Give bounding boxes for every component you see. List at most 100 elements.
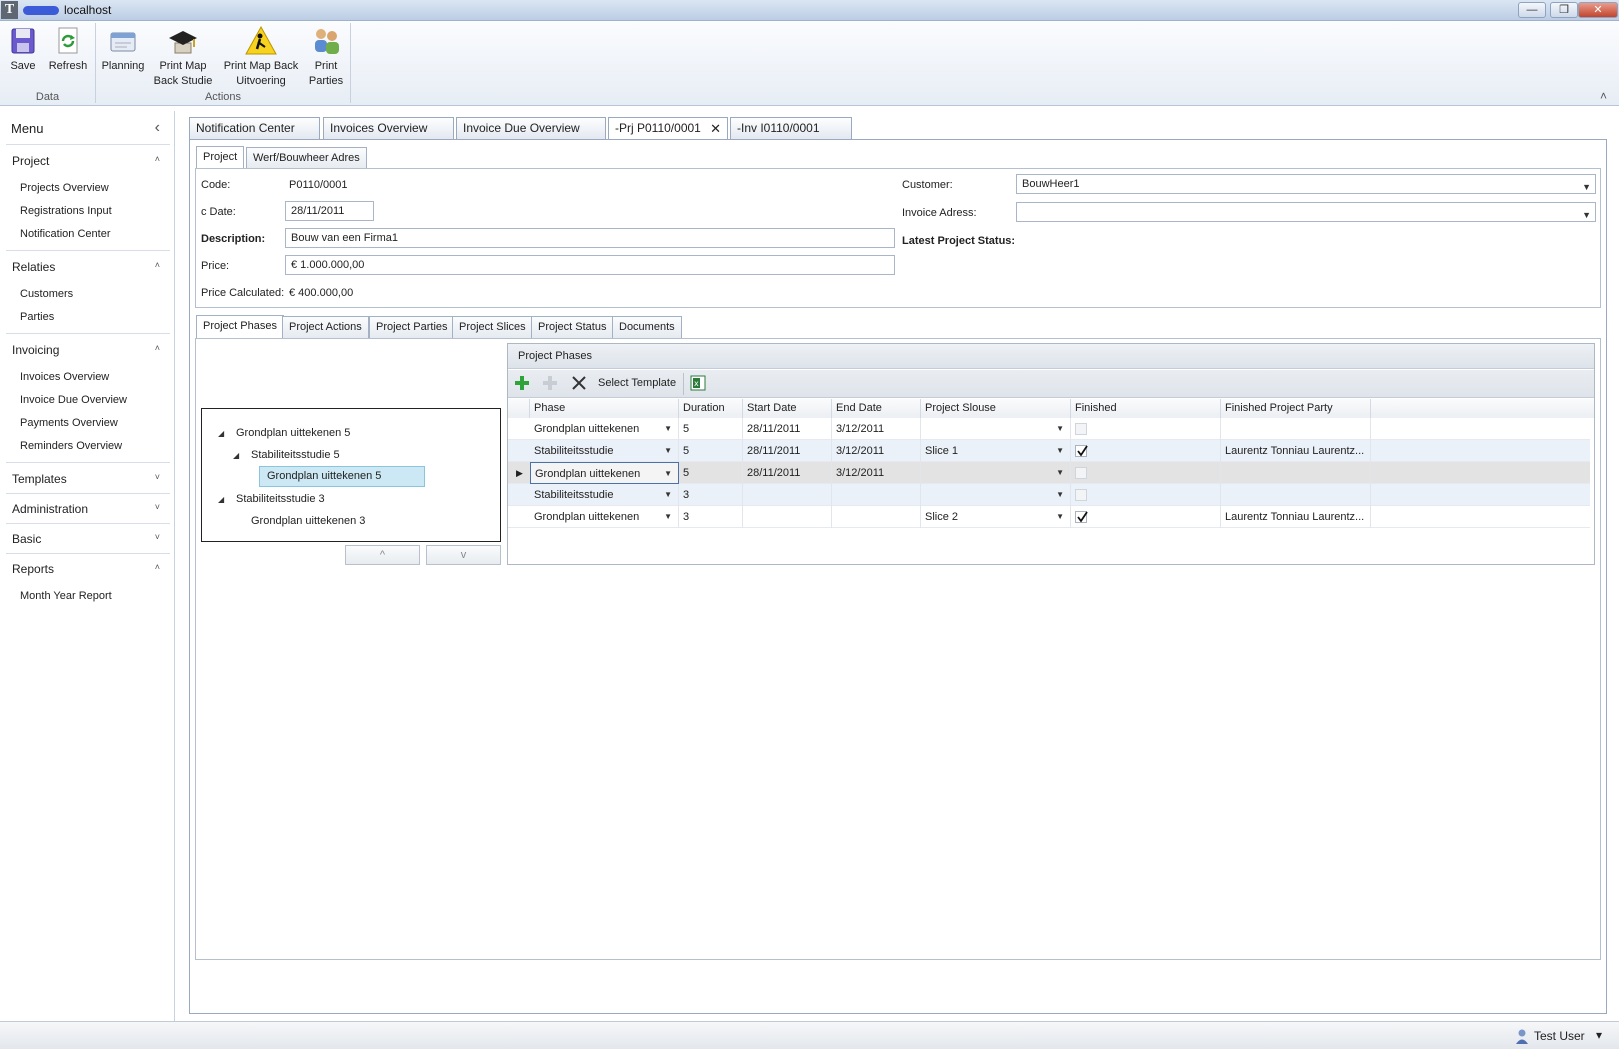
cell-project-slouse[interactable]: Slice 2 ▼ (921, 506, 1071, 528)
user-dropdown-icon[interactable]: ▾ (1596, 1028, 1602, 1042)
tree-node-selected[interactable]: Grondplan uittekenen 5 (259, 466, 425, 487)
dropdown-arrow-icon[interactable]: ▼ (1056, 440, 1064, 462)
close-tab-icon[interactable]: ✕ (710, 118, 721, 139)
description-field[interactable]: Bouw van een Firma1 (285, 228, 895, 248)
sidebar-section-administration[interactable]: Administration (12, 502, 88, 516)
column-header-duration[interactable]: Duration (679, 399, 743, 418)
dropdown-arrow-icon[interactable]: ▼ (664, 418, 672, 440)
invoice-address-combo[interactable]: ▼ (1016, 202, 1596, 222)
cell-phase[interactable]: Grondplan uittekenen ▼ (530, 418, 679, 440)
chevron-down-icon[interactable]: ˅ (155, 532, 160, 542)
table-row[interactable]: Grondplan uittekenen ▼ 5 28/11/2011 3/12/… (508, 418, 1590, 440)
cell-finished-party[interactable] (1221, 462, 1371, 484)
tree-expander-icon[interactable]: ◢ (218, 495, 224, 504)
tab-documents[interactable]: Documents (612, 316, 682, 338)
move-down-button[interactable]: v (426, 545, 501, 565)
sidebar-section-project[interactable]: Project (12, 154, 49, 168)
cell-project-slouse[interactable]: ▼ (921, 462, 1071, 484)
finished-checkbox[interactable] (1075, 423, 1087, 435)
cell-duration[interactable]: 3 (679, 484, 743, 506)
tab-project-parties[interactable]: Project Parties (369, 316, 455, 338)
add-sub-phase-button[interactable] (542, 375, 558, 391)
cell-finished[interactable] (1071, 506, 1221, 528)
cell-project-slouse[interactable]: ▼ (921, 418, 1071, 440)
cell-phase[interactable]: Grondplan uittekenen ▼ (530, 506, 679, 528)
tree-node[interactable]: Grondplan uittekenen 3 (251, 515, 365, 527)
cell-project-slouse[interactable]: Slice 1 ▼ (921, 440, 1071, 462)
phase-tree[interactable]: ◢ Grondplan uittekenen 5 ◢ Stabiliteitss… (201, 408, 501, 542)
tab-project-p0110[interactable]: -Prj P0110/0001 ✕ (608, 117, 728, 141)
column-header-end-date[interactable]: End Date (832, 399, 921, 418)
cell-start-date[interactable] (743, 506, 832, 528)
finished-checkbox[interactable] (1075, 445, 1088, 457)
select-template-button[interactable]: Select Template (598, 377, 676, 389)
customer-combo[interactable]: BouwHeer1 ▼ (1016, 174, 1596, 194)
cell-finished-party[interactable] (1221, 484, 1371, 506)
table-row[interactable]: Stabiliteitsstudie ▼ 5 28/11/2011 3/12/20… (508, 440, 1590, 462)
sidebar-section-reports[interactable]: Reports (12, 562, 54, 576)
cell-start-date[interactable]: 28/11/2011 (743, 418, 832, 440)
price-field[interactable]: € 1.000.000,00 (285, 255, 895, 275)
export-excel-button[interactable]: x (690, 375, 706, 391)
column-header-start-date[interactable]: Start Date (743, 399, 832, 418)
print-parties-button[interactable]: Print Parties (304, 25, 348, 95)
delete-phase-button[interactable] (571, 375, 587, 391)
tab-project-slices[interactable]: Project Slices (452, 316, 533, 338)
sidebar-item-notification-center[interactable]: Notification Center (20, 228, 111, 240)
cell-end-date[interactable] (832, 506, 921, 528)
sidebar-item-parties[interactable]: Parties (20, 311, 54, 323)
dropdown-arrow-icon[interactable]: ▼ (1582, 206, 1591, 224)
column-header-finished[interactable]: Finished (1071, 399, 1221, 418)
sidebar-item-customers[interactable]: Customers (20, 288, 73, 300)
dropdown-arrow-icon[interactable]: ▼ (664, 506, 672, 528)
cell-end-date[interactable] (832, 484, 921, 506)
dropdown-arrow-icon[interactable]: ▼ (1056, 418, 1064, 440)
table-row-current[interactable]: ▶ Grondplan uittekenen ▼ 5 28/11/2011 3/1… (508, 462, 1590, 484)
tab-werf-bouwheer-adres[interactable]: Werf/Bouwheer Adres (246, 147, 367, 169)
finished-checkbox[interactable] (1075, 489, 1087, 501)
maximize-button[interactable]: ❐ (1550, 2, 1578, 18)
column-header-project-slouse[interactable]: Project Slouse (921, 399, 1071, 418)
sidebar-item-month-year-report[interactable]: Month Year Report (20, 590, 112, 602)
print-map-back-studie-button[interactable]: Print Map Back Studie (150, 25, 216, 95)
sidebar-item-payments-overview[interactable]: Payments Overview (20, 417, 118, 429)
tab-project-actions[interactable]: Project Actions (282, 316, 369, 338)
cell-finished[interactable] (1071, 484, 1221, 506)
sidebar-section-invoicing[interactable]: Invoicing (12, 343, 59, 357)
cell-finished-party[interactable]: Laurentz Tonniau Laurentz... (1221, 440, 1371, 462)
chevron-up-icon[interactable]: ˄ (155, 562, 160, 572)
dropdown-arrow-icon[interactable]: ▼ (1056, 506, 1064, 528)
dropdown-arrow-icon[interactable]: ▼ (1056, 462, 1064, 484)
save-button[interactable]: Save (4, 25, 42, 95)
cell-finished[interactable] (1071, 418, 1221, 440)
tab-invoice-due-overview[interactable]: Invoice Due Overview (456, 117, 606, 140)
sidebar-item-invoice-due-overview[interactable]: Invoice Due Overview (20, 394, 127, 406)
cell-end-date[interactable]: 3/12/2011 (832, 418, 921, 440)
sidebar-item-registrations-input[interactable]: Registrations Input (20, 205, 112, 217)
tree-node[interactable]: Stabiliteitsstudie 3 (236, 493, 325, 505)
cell-start-date[interactable]: 28/11/2011 (743, 462, 832, 484)
chevron-down-icon[interactable]: ˅ (155, 502, 160, 512)
add-phase-button[interactable] (514, 375, 530, 391)
chevron-up-icon[interactable]: ˄ (155, 260, 160, 270)
table-row[interactable]: Grondplan uittekenen ▼ 3 Slice 2 ▼ Laurent… (508, 506, 1590, 528)
table-row[interactable]: Stabiliteitsstudie ▼ 3 ▼ (508, 484, 1590, 506)
finished-checkbox[interactable] (1075, 511, 1088, 523)
sidebar-item-reminders-overview[interactable]: Reminders Overview (20, 440, 122, 452)
sidebar-section-templates[interactable]: Templates (12, 472, 67, 486)
cell-finished-party[interactable] (1221, 418, 1371, 440)
dropdown-arrow-icon[interactable]: ▼ (1056, 484, 1064, 506)
dropdown-arrow-icon[interactable]: ▼ (1582, 178, 1591, 196)
cell-start-date[interactable] (743, 484, 832, 506)
cell-duration[interactable]: 5 (679, 440, 743, 462)
minimize-button[interactable]: — (1518, 2, 1546, 18)
cell-phase[interactable]: Stabiliteitsstudie ▼ (530, 440, 679, 462)
sidebar-section-relaties[interactable]: Relaties (12, 260, 55, 274)
print-map-back-uitvoering-button[interactable]: Print Map Back Uitvoering (221, 25, 301, 95)
cell-phase[interactable]: Stabiliteitsstudie ▼ (530, 484, 679, 506)
cdate-field[interactable]: 28/11/2011 (285, 201, 374, 221)
close-window-button[interactable]: ✕ (1578, 2, 1618, 18)
tab-invoices-overview[interactable]: Invoices Overview (323, 117, 454, 140)
tree-node[interactable]: Stabiliteitsstudie 5 (251, 449, 340, 461)
tab-notification-center[interactable]: Notification Center (189, 117, 320, 140)
